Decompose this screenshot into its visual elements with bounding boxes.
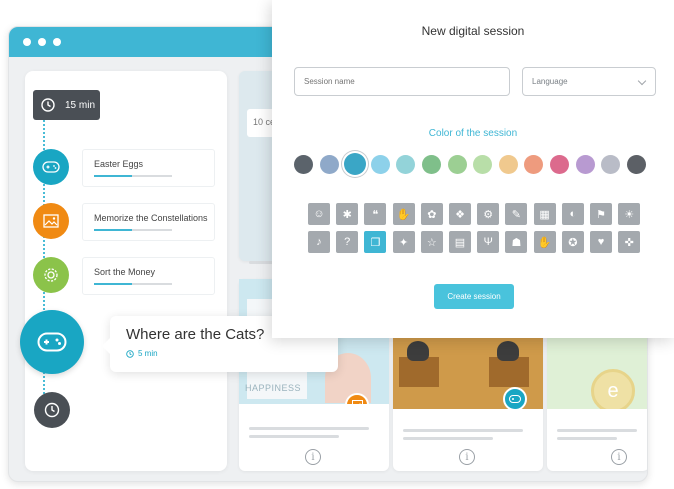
step-progress [94, 175, 132, 177]
lightbulb-icon[interactable]: ✦ [392, 231, 415, 253]
happiness-label: HAPPINESS [245, 383, 302, 393]
window-dot [23, 38, 31, 46]
window-dot [38, 38, 46, 46]
session-name-input[interactable] [294, 67, 510, 96]
text-placeholder [403, 429, 523, 432]
text-placeholder [557, 429, 637, 432]
step-icon-easter-eggs[interactable] [33, 149, 69, 185]
color-swatch[interactable] [319, 155, 339, 174]
language-select-value: Language [532, 77, 568, 86]
compass-icon[interactable]: ✜ [618, 231, 641, 253]
gamepad-icon [509, 395, 521, 403]
stairs-icon[interactable]: ▤ [449, 231, 471, 253]
color-swatch[interactable] [473, 155, 493, 174]
step-progress-rest [132, 283, 172, 285]
hand-icon[interactable]: ✋ [533, 231, 556, 253]
box-left [399, 357, 439, 387]
text-placeholder [557, 437, 617, 440]
globe-head-icon[interactable]: ◐ [561, 203, 584, 225]
cat-right [497, 341, 519, 361]
step-progress [94, 283, 132, 285]
color-swatch[interactable] [396, 155, 416, 174]
step-progress-rest [132, 175, 172, 177]
clock-icon [126, 349, 134, 358]
step-card-constellations[interactable]: Memorize the Constellations [82, 203, 215, 241]
window-dot [53, 38, 61, 46]
end-clock-icon [34, 392, 70, 428]
info-icon[interactable]: i [305, 449, 321, 465]
box-right [489, 357, 529, 387]
brain-question-icon[interactable]: ? [336, 231, 359, 253]
step-card-easter-eggs[interactable]: Easter Eggs [82, 149, 215, 187]
head-idea-icon[interactable]: ☀ [618, 203, 641, 225]
color-swatch[interactable] [294, 155, 313, 174]
duration-text: 15 min [65, 99, 96, 111]
book-chat-icon[interactable]: ❐ [364, 231, 387, 253]
step-card-sort-money[interactable]: Sort the Money [82, 257, 215, 295]
text-placeholder [249, 427, 369, 430]
color-section-label: Color of the session [428, 128, 518, 139]
active-step-time-text: 5 min [138, 349, 158, 358]
color-swatch[interactable] [601, 155, 621, 174]
color-swatch[interactable] [498, 155, 518, 174]
chat-icon[interactable]: ❝ [364, 203, 387, 225]
language-select[interactable]: Language [522, 67, 656, 96]
clock-icon [44, 402, 60, 418]
picture-icon [351, 400, 363, 404]
wave-hand-icon[interactable]: ✋ [392, 203, 415, 225]
picture-icon [43, 214, 59, 228]
runner-icon[interactable]: ☆ [420, 231, 443, 253]
brain-icon[interactable]: ✿ [420, 203, 443, 225]
active-step-time: 5 min [126, 349, 158, 358]
text-placeholder [403, 437, 493, 440]
active-step-icon[interactable] [20, 310, 84, 374]
group-icon[interactable]: ☗ [505, 231, 528, 253]
info-icon[interactable]: i [611, 449, 627, 465]
step-icon-constellations[interactable] [33, 203, 69, 239]
text-placeholder [249, 435, 339, 438]
color-swatch[interactable] [370, 155, 390, 174]
modal-title: New digital session [421, 24, 525, 38]
color-swatch[interactable] [550, 155, 569, 174]
building-icon[interactable]: ▦ [533, 203, 556, 225]
brain-thought-icon[interactable]: ✱ [336, 203, 359, 225]
color-swatch[interactable] [343, 153, 366, 175]
create-session-button[interactable]: Create session [434, 284, 514, 309]
new-session-modal: New digital session Language Color of th… [272, 0, 674, 338]
step-icon-sort-money[interactable] [33, 257, 69, 293]
color-swatch[interactable] [575, 155, 595, 174]
cutlery-icon[interactable]: Ψ [477, 231, 500, 253]
color-swatch[interactable] [422, 155, 441, 174]
step-label: Easter Eggs [94, 159, 144, 169]
chevron-down-icon [637, 76, 647, 86]
step-progress [94, 229, 132, 231]
clock-icon [41, 98, 55, 112]
person-icon[interactable]: ☺ [308, 203, 330, 225]
gear-icon [44, 268, 58, 282]
info-icon[interactable]: i [459, 449, 475, 465]
star-head-icon[interactable]: ✪ [561, 231, 584, 253]
step-label: Memorize the Constellations [94, 213, 208, 223]
flag-icon[interactable]: ⚑ [590, 203, 612, 225]
head-tools-icon[interactable]: ✎ [505, 203, 528, 225]
duration-chip: 15 min [33, 90, 100, 120]
hearing-icon[interactable]: ♪ [308, 231, 330, 253]
puzzle-brain-icon[interactable]: ❖ [449, 203, 471, 225]
cat-left [407, 341, 429, 361]
letter-badge-text: e [607, 379, 619, 402]
letter-badge: e [591, 369, 635, 409]
color-swatch[interactable] [626, 155, 646, 174]
color-swatch[interactable] [447, 155, 467, 174]
head-heart-icon[interactable]: ♥ [590, 231, 612, 253]
gamepad-icon [37, 332, 67, 352]
gamepad-icon [42, 161, 60, 173]
step-label: Sort the Money [94, 267, 156, 277]
mind-gear-icon[interactable]: ⚙ [477, 203, 500, 225]
step-progress-rest [132, 229, 172, 231]
color-swatch[interactable] [524, 155, 544, 174]
gamepad-badge [503, 387, 527, 409]
